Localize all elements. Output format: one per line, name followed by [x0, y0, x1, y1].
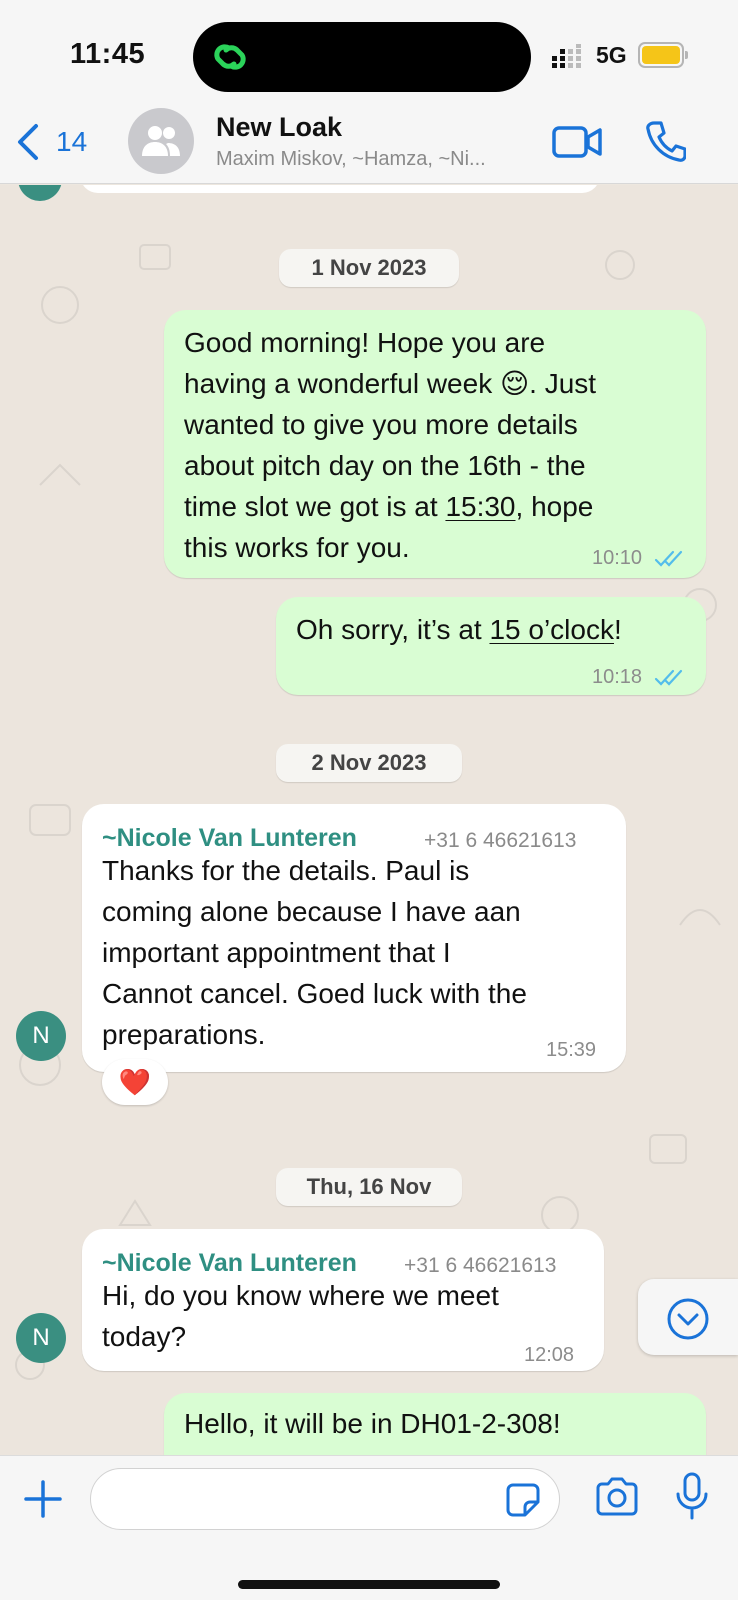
back-button[interactable]: 14	[14, 122, 94, 162]
plus-icon[interactable]	[22, 1478, 64, 1520]
message-text: Good morning! Hope you are having a wond…	[184, 327, 597, 563]
status-time: 11:45	[70, 38, 146, 70]
message-text: Oh sorry, it’s at 15 o’clock!	[296, 614, 622, 645]
microphone-icon[interactable]	[674, 1472, 710, 1520]
date-chip: 2 Nov 2023	[276, 744, 462, 782]
link-activity-icon	[214, 44, 246, 70]
outgoing-message-bubble[interactable]: Hello, it will be in DH01-2-308!	[164, 1393, 706, 1455]
read-ticks-icon	[654, 669, 682, 686]
message-input[interactable]	[90, 1468, 560, 1530]
outgoing-message-bubble[interactable]: Oh sorry, it’s at 15 o’clock! 10:18	[276, 597, 706, 695]
chat-title[interactable]: New Loak	[216, 112, 342, 143]
time-link[interactable]: 15:30	[445, 491, 515, 522]
battery-icon	[638, 42, 688, 68]
phone-call-icon[interactable]	[646, 120, 686, 162]
sticker-icon[interactable]	[505, 1482, 541, 1518]
date-chip: Thu, 16 Nov	[276, 1168, 462, 1206]
outgoing-message-bubble[interactable]: Good morning! Hope you are having a wond…	[164, 310, 706, 578]
video-call-icon[interactable]	[552, 124, 602, 160]
incoming-message-bubble[interactable]: ~Nicole Van Lunteren +31 6 46621613 Hi, …	[82, 1229, 604, 1371]
dynamic-island	[193, 22, 531, 92]
chat-participants[interactable]: Maxim Miskov, ~Hamza, ~Ni...	[216, 148, 536, 171]
read-ticks-icon	[654, 550, 682, 567]
composer-bar	[0, 1455, 738, 1600]
message-time: 12:08	[524, 1344, 575, 1366]
camera-icon[interactable]	[594, 1476, 640, 1518]
date-chip: 1 Nov 2023	[279, 249, 459, 287]
chevron-down-circle-icon	[667, 1298, 709, 1340]
time-link[interactable]: 15 o’clock	[489, 614, 614, 645]
home-indicator	[238, 1580, 500, 1589]
unread-count: 14	[56, 126, 88, 157]
message-time: 10:18	[592, 657, 684, 698]
status-bar: 11:45 5G	[0, 0, 738, 100]
message-text: Hi, do you know where we meet today?	[102, 1280, 499, 1352]
message-time: 15:39	[546, 1039, 597, 1061]
message-text: Hello, it will be in DH01-2-308!	[184, 1408, 561, 1439]
scroll-to-bottom-button[interactable]	[638, 1279, 738, 1355]
message-text: Thanks for the details. Paul is coming a…	[102, 855, 527, 1050]
network-type: 5G	[596, 42, 627, 68]
message-time: 10:10	[592, 538, 684, 579]
partial-message-bubble	[80, 185, 600, 193]
incoming-message-bubble[interactable]: ~Nicole Van Lunteren +31 6 46621613 Than…	[82, 804, 626, 1072]
chevron-left-icon	[18, 124, 38, 160]
group-avatar[interactable]	[128, 108, 194, 174]
heart-reaction[interactable]: ❤️	[102, 1059, 168, 1105]
signal-icon	[552, 44, 581, 68]
chat-header: 14 New Loak Maxim Miskov, ~Hamza, ~Ni...	[0, 100, 738, 184]
group-icon	[142, 126, 180, 156]
chat-area[interactable]: 1 Nov 2023 Good morning! Hope you are ha…	[0, 185, 738, 1455]
sender-avatar[interactable]: N	[16, 1313, 66, 1363]
sender-avatar[interactable]: N	[16, 1011, 66, 1061]
